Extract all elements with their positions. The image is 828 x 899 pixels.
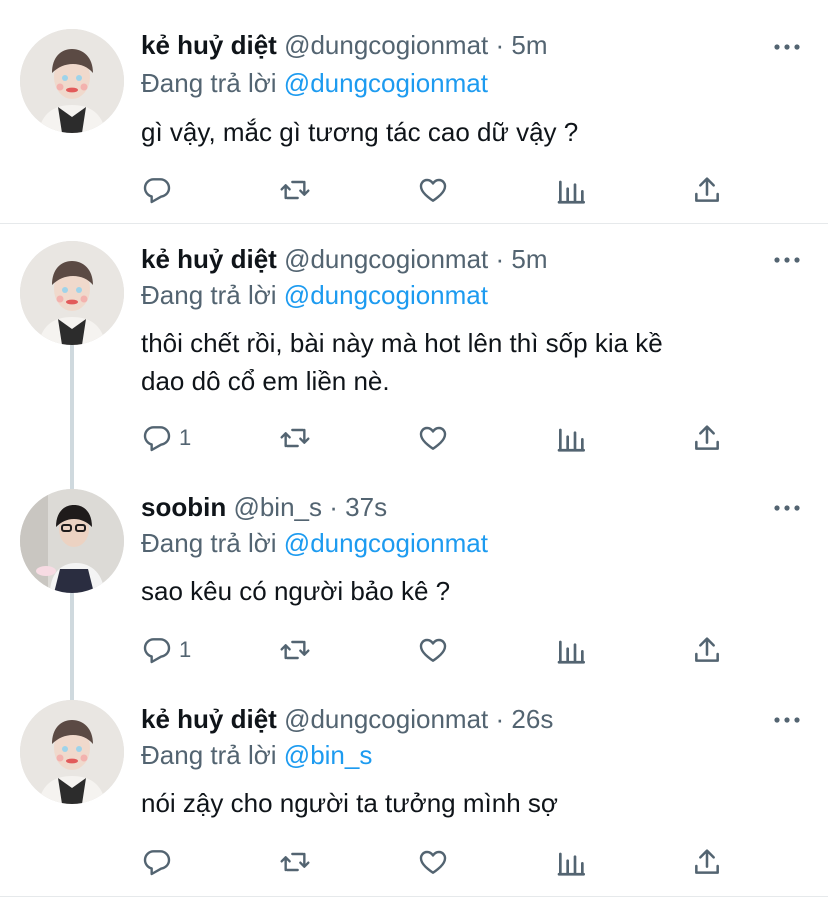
retweet-icon (279, 422, 311, 454)
user-name[interactable]: soobin (141, 492, 226, 522)
retweet-button[interactable] (279, 172, 311, 208)
share-icon (691, 634, 723, 666)
tweet-text: sao kêu có người bảo kê ? (141, 576, 451, 606)
user-handle[interactable]: @dungcogionmat (284, 244, 488, 274)
like-icon (417, 174, 449, 206)
avatar[interactable] (20, 241, 124, 345)
timestamp[interactable]: 26s (511, 704, 553, 734)
reply-button[interactable]: 1 (141, 420, 191, 456)
retweet-icon (279, 634, 311, 666)
like-icon (417, 634, 449, 666)
action-bar (141, 844, 721, 880)
user-name[interactable]: kẻ huỷ diệt (141, 244, 277, 274)
analytics-icon (555, 422, 587, 454)
separator: · (495, 704, 505, 734)
tweet-2[interactable]: kẻ huỷ diệt @dungcogionmat · 5m Đang trả… (0, 224, 828, 470)
reply-icon (141, 846, 173, 878)
share-icon (691, 422, 723, 454)
action-bar: 1 (141, 632, 721, 668)
more-icon[interactable] (774, 716, 800, 724)
user-handle[interactable]: @dungcogionmat (284, 704, 488, 734)
like-button[interactable] (417, 420, 449, 456)
tweet-text-line: thôi chết rồi, bài này mà hot lên thì số… (141, 328, 663, 358)
share-button[interactable] (691, 172, 723, 208)
analytics-button[interactable] (555, 844, 587, 880)
replying-prefix: Đang trả lời (141, 280, 277, 310)
timestamp[interactable]: 37s (345, 492, 387, 522)
reply-button[interactable]: 1 (141, 632, 191, 668)
reply-button[interactable] (141, 172, 173, 208)
retweet-button[interactable] (279, 632, 311, 668)
user-handle[interactable]: @bin_s (233, 492, 322, 522)
more-icon[interactable] (774, 504, 800, 512)
analytics-button[interactable] (555, 420, 587, 456)
reply-button[interactable] (141, 844, 173, 880)
avatar[interactable] (20, 29, 124, 133)
replying-to: Đang trả lời @bin_s (141, 740, 372, 770)
mention-link[interactable]: @dungcogionmat (284, 280, 488, 310)
retweet-button[interactable] (279, 844, 311, 880)
timestamp[interactable]: 5m (511, 244, 547, 274)
more-icon[interactable] (774, 256, 800, 264)
mention-link[interactable]: @dungcogionmat (284, 68, 488, 98)
separator: · (495, 30, 505, 60)
like-button[interactable] (417, 844, 449, 880)
mention-link[interactable]: @bin_s (284, 740, 373, 770)
separator: · (329, 492, 338, 522)
retweet-icon (279, 846, 311, 878)
tweet-text: nói zậy cho người ta tưởng mình sợ (141, 788, 558, 818)
analytics-button[interactable] (555, 172, 587, 208)
replying-to: Đang trả lời @dungcogionmat (141, 280, 488, 310)
share-button[interactable] (691, 844, 723, 880)
avatar[interactable] (20, 700, 124, 804)
tweet-text: gì vậy, mắc gì tương tác cao dữ vậy ? (141, 117, 579, 147)
tweet-4[interactable]: kẻ huỷ diệt @dungcogionmat · 26s Đang tr… (0, 684, 828, 899)
timestamp[interactable]: 5m (511, 30, 547, 60)
reply-icon (141, 422, 173, 454)
analytics-button[interactable] (555, 632, 587, 668)
tweet-1[interactable]: kẻ huỷ diệt @dungcogionmat · 5m Đang trả… (0, 0, 828, 224)
divider (0, 896, 828, 897)
analytics-icon (555, 846, 587, 878)
user-name[interactable]: kẻ huỷ diệt (141, 704, 277, 734)
reply-icon (141, 174, 173, 206)
share-button[interactable] (691, 632, 723, 668)
action-bar: 1 (141, 420, 721, 456)
reply-icon (141, 634, 173, 666)
analytics-icon (555, 174, 587, 206)
share-button[interactable] (691, 420, 723, 456)
avatar[interactable] (20, 489, 124, 593)
action-bar (141, 172, 721, 208)
reply-count: 1 (179, 637, 192, 662)
replying-prefix: Đang trả lời (141, 740, 277, 770)
separator: · (495, 244, 505, 274)
like-icon (417, 846, 449, 878)
tweet-text: thôi chết rồi, bài này mà hot lên thì số… (141, 324, 801, 400)
replying-prefix: Đang trả lời (141, 68, 277, 98)
share-icon (691, 174, 723, 206)
user-name[interactable]: kẻ huỷ diệt (141, 30, 277, 60)
analytics-icon (555, 634, 587, 666)
tweet-text-line: dao dô cổ em liền nè. (141, 366, 390, 396)
more-icon[interactable] (774, 43, 800, 51)
replying-to: Đang trả lời @dungcogionmat (141, 528, 488, 558)
like-button[interactable] (417, 632, 449, 668)
reply-count: 1 (179, 425, 192, 450)
user-handle[interactable]: @dungcogionmat (284, 30, 488, 60)
retweet-icon (279, 174, 311, 206)
tweet-3[interactable]: soobin @bin_s · 37s Đang trả lời @dungco… (0, 470, 828, 684)
share-icon (691, 846, 723, 878)
replying-prefix: Đang trả lời (141, 528, 277, 558)
like-button[interactable] (417, 172, 449, 208)
retweet-button[interactable] (279, 420, 311, 456)
like-icon (417, 422, 449, 454)
replying-to: Đang trả lời @dungcogionmat (141, 68, 488, 98)
mention-link[interactable]: @dungcogionmat (284, 528, 488, 558)
